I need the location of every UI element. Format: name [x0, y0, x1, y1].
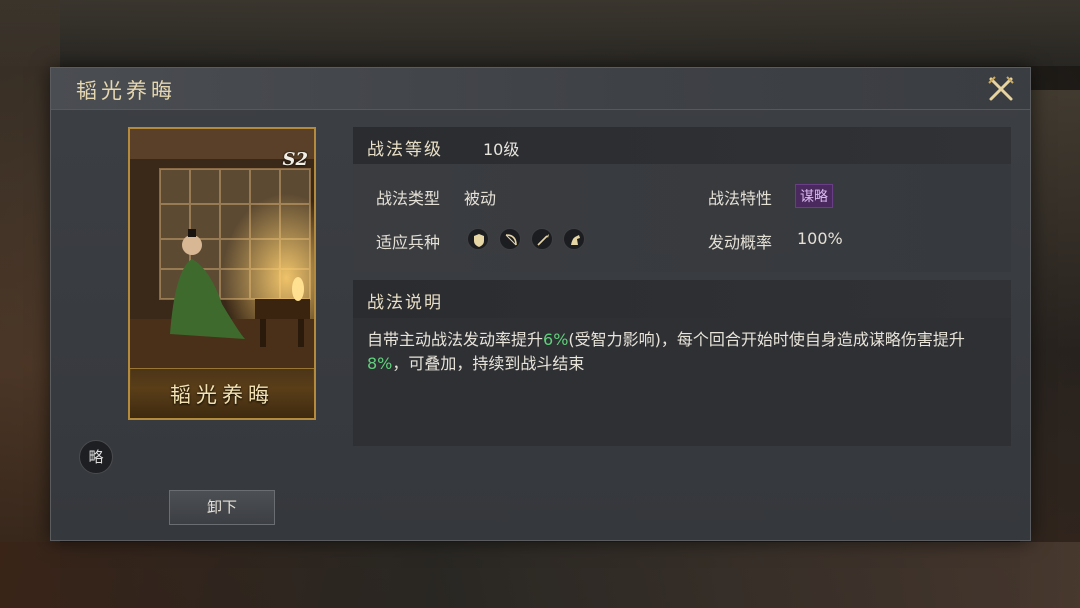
desc-highlight-1: 6%	[543, 330, 569, 349]
description-box: 自带主动战法发动率提升6%(受智力影响)，每个回合开始时使自身造成谋略伤害提升 8…	[353, 318, 1011, 446]
background-top	[0, 0, 1080, 66]
level-value: 10级	[483, 140, 520, 159]
description-label: 战法说明	[367, 293, 443, 313]
level-section: 战法等级 10级	[353, 127, 1011, 165]
level-label: 战法等级	[367, 140, 443, 160]
background-bottom	[0, 542, 1080, 608]
rate-label: 发动概率	[708, 233, 773, 252]
troops-label: 适应兵种	[376, 233, 441, 252]
type-value: 被动	[464, 189, 497, 208]
close-button[interactable]	[986, 74, 1016, 104]
dialog-title: 韬光养晦	[76, 79, 176, 103]
rate-value: 100%	[797, 229, 843, 248]
desc-part-3: ，可叠加，持续到战斗结束	[392, 354, 585, 373]
card-name-bar: 韬光养晦	[130, 368, 314, 418]
desc-part-2: (受智力影响)，每个回合开始时使自身造成谋略伤害提升	[568, 330, 965, 349]
tactic-detail-dialog: 韬光养晦 S2 韬光养晦 略 卸下 战法等级 10级 战法类型 被动 战法特性 …	[50, 67, 1031, 541]
dialog-header: 韬光养晦	[51, 68, 1030, 110]
unequip-button[interactable]: 卸下	[169, 490, 275, 525]
desc-highlight-2: 8%	[367, 354, 393, 373]
description-section: 战法说明	[353, 280, 1011, 318]
crossed-swords-close-icon	[988, 76, 1014, 101]
bow-icon	[499, 228, 521, 250]
tactic-card: S2 韬光养晦	[128, 127, 316, 420]
horse-icon	[563, 228, 585, 250]
type-label: 战法类型	[376, 189, 441, 208]
trait-label: 战法特性	[708, 189, 773, 208]
card-name: 韬光养晦	[170, 383, 274, 407]
shield-icon	[467, 228, 489, 250]
trait-badge: 谋略	[795, 184, 833, 208]
info-block	[353, 164, 1011, 272]
season-badge: S2	[282, 149, 308, 170]
spear-icon	[531, 228, 553, 250]
tactic-type-badge: 略	[79, 440, 113, 474]
desc-part-1: 自带主动战法发动率提升	[367, 330, 544, 349]
description-text: 自带主动战法发动率提升6%(受智力影响)，每个回合开始时使自身造成谋略伤害提升 8…	[367, 328, 997, 376]
